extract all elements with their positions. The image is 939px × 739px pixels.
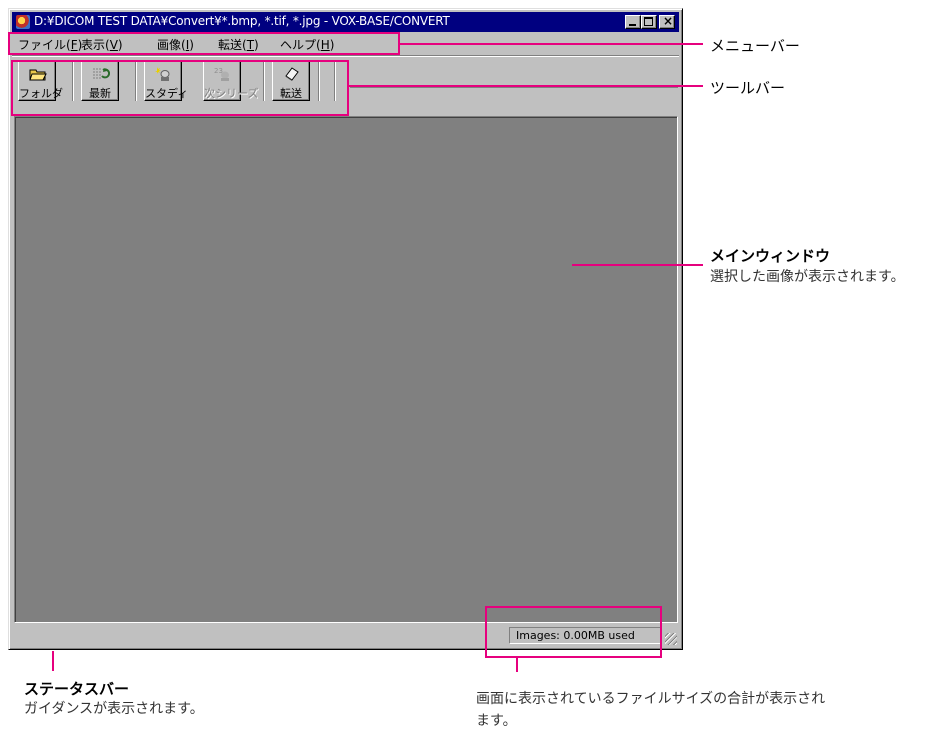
memory-callout-desc: 画面に表示されているファイルサイズの合計が表示されます。 xyxy=(476,691,826,729)
main-window-leader-line xyxy=(572,264,703,266)
title-bar[interactable]: D:¥DICOM TEST DATA¥Convert¥*.bmp, *.tif,… xyxy=(12,12,679,32)
toolbar-callout-label: ツールバー xyxy=(710,79,786,97)
menu-divider xyxy=(12,55,679,57)
statusbar-callout-title: ステータスバー xyxy=(24,680,130,698)
window-title: D:¥DICOM TEST DATA¥Convert¥*.bmp, *.tif,… xyxy=(34,14,450,28)
close-button[interactable]: × xyxy=(659,14,675,29)
main-window-callout-desc: 選択した画像が表示されます。 xyxy=(710,269,905,285)
menubar-callout-label: メニューバー xyxy=(710,37,800,55)
memory-status-highlight xyxy=(485,606,662,658)
main-window[interactable] xyxy=(14,116,678,623)
menubar-highlight xyxy=(8,32,400,55)
resize-grip[interactable] xyxy=(665,633,677,645)
toolbar-band xyxy=(350,58,678,88)
close-icon: × xyxy=(663,14,674,28)
main-window-callout-title: メインウィンドウ xyxy=(710,247,831,265)
menubar-leader-line xyxy=(400,43,703,45)
statusbar-leader-line xyxy=(52,651,54,671)
statusbar-callout-desc: ガイダンスが表示されます。 xyxy=(24,701,204,717)
toolbar-highlight xyxy=(11,60,349,116)
minimize-button[interactable] xyxy=(625,15,641,29)
maximize-button[interactable] xyxy=(641,15,657,29)
app-icon[interactable] xyxy=(16,15,30,29)
memory-leader-line xyxy=(516,658,518,672)
toolbar-leader-line xyxy=(349,85,703,87)
